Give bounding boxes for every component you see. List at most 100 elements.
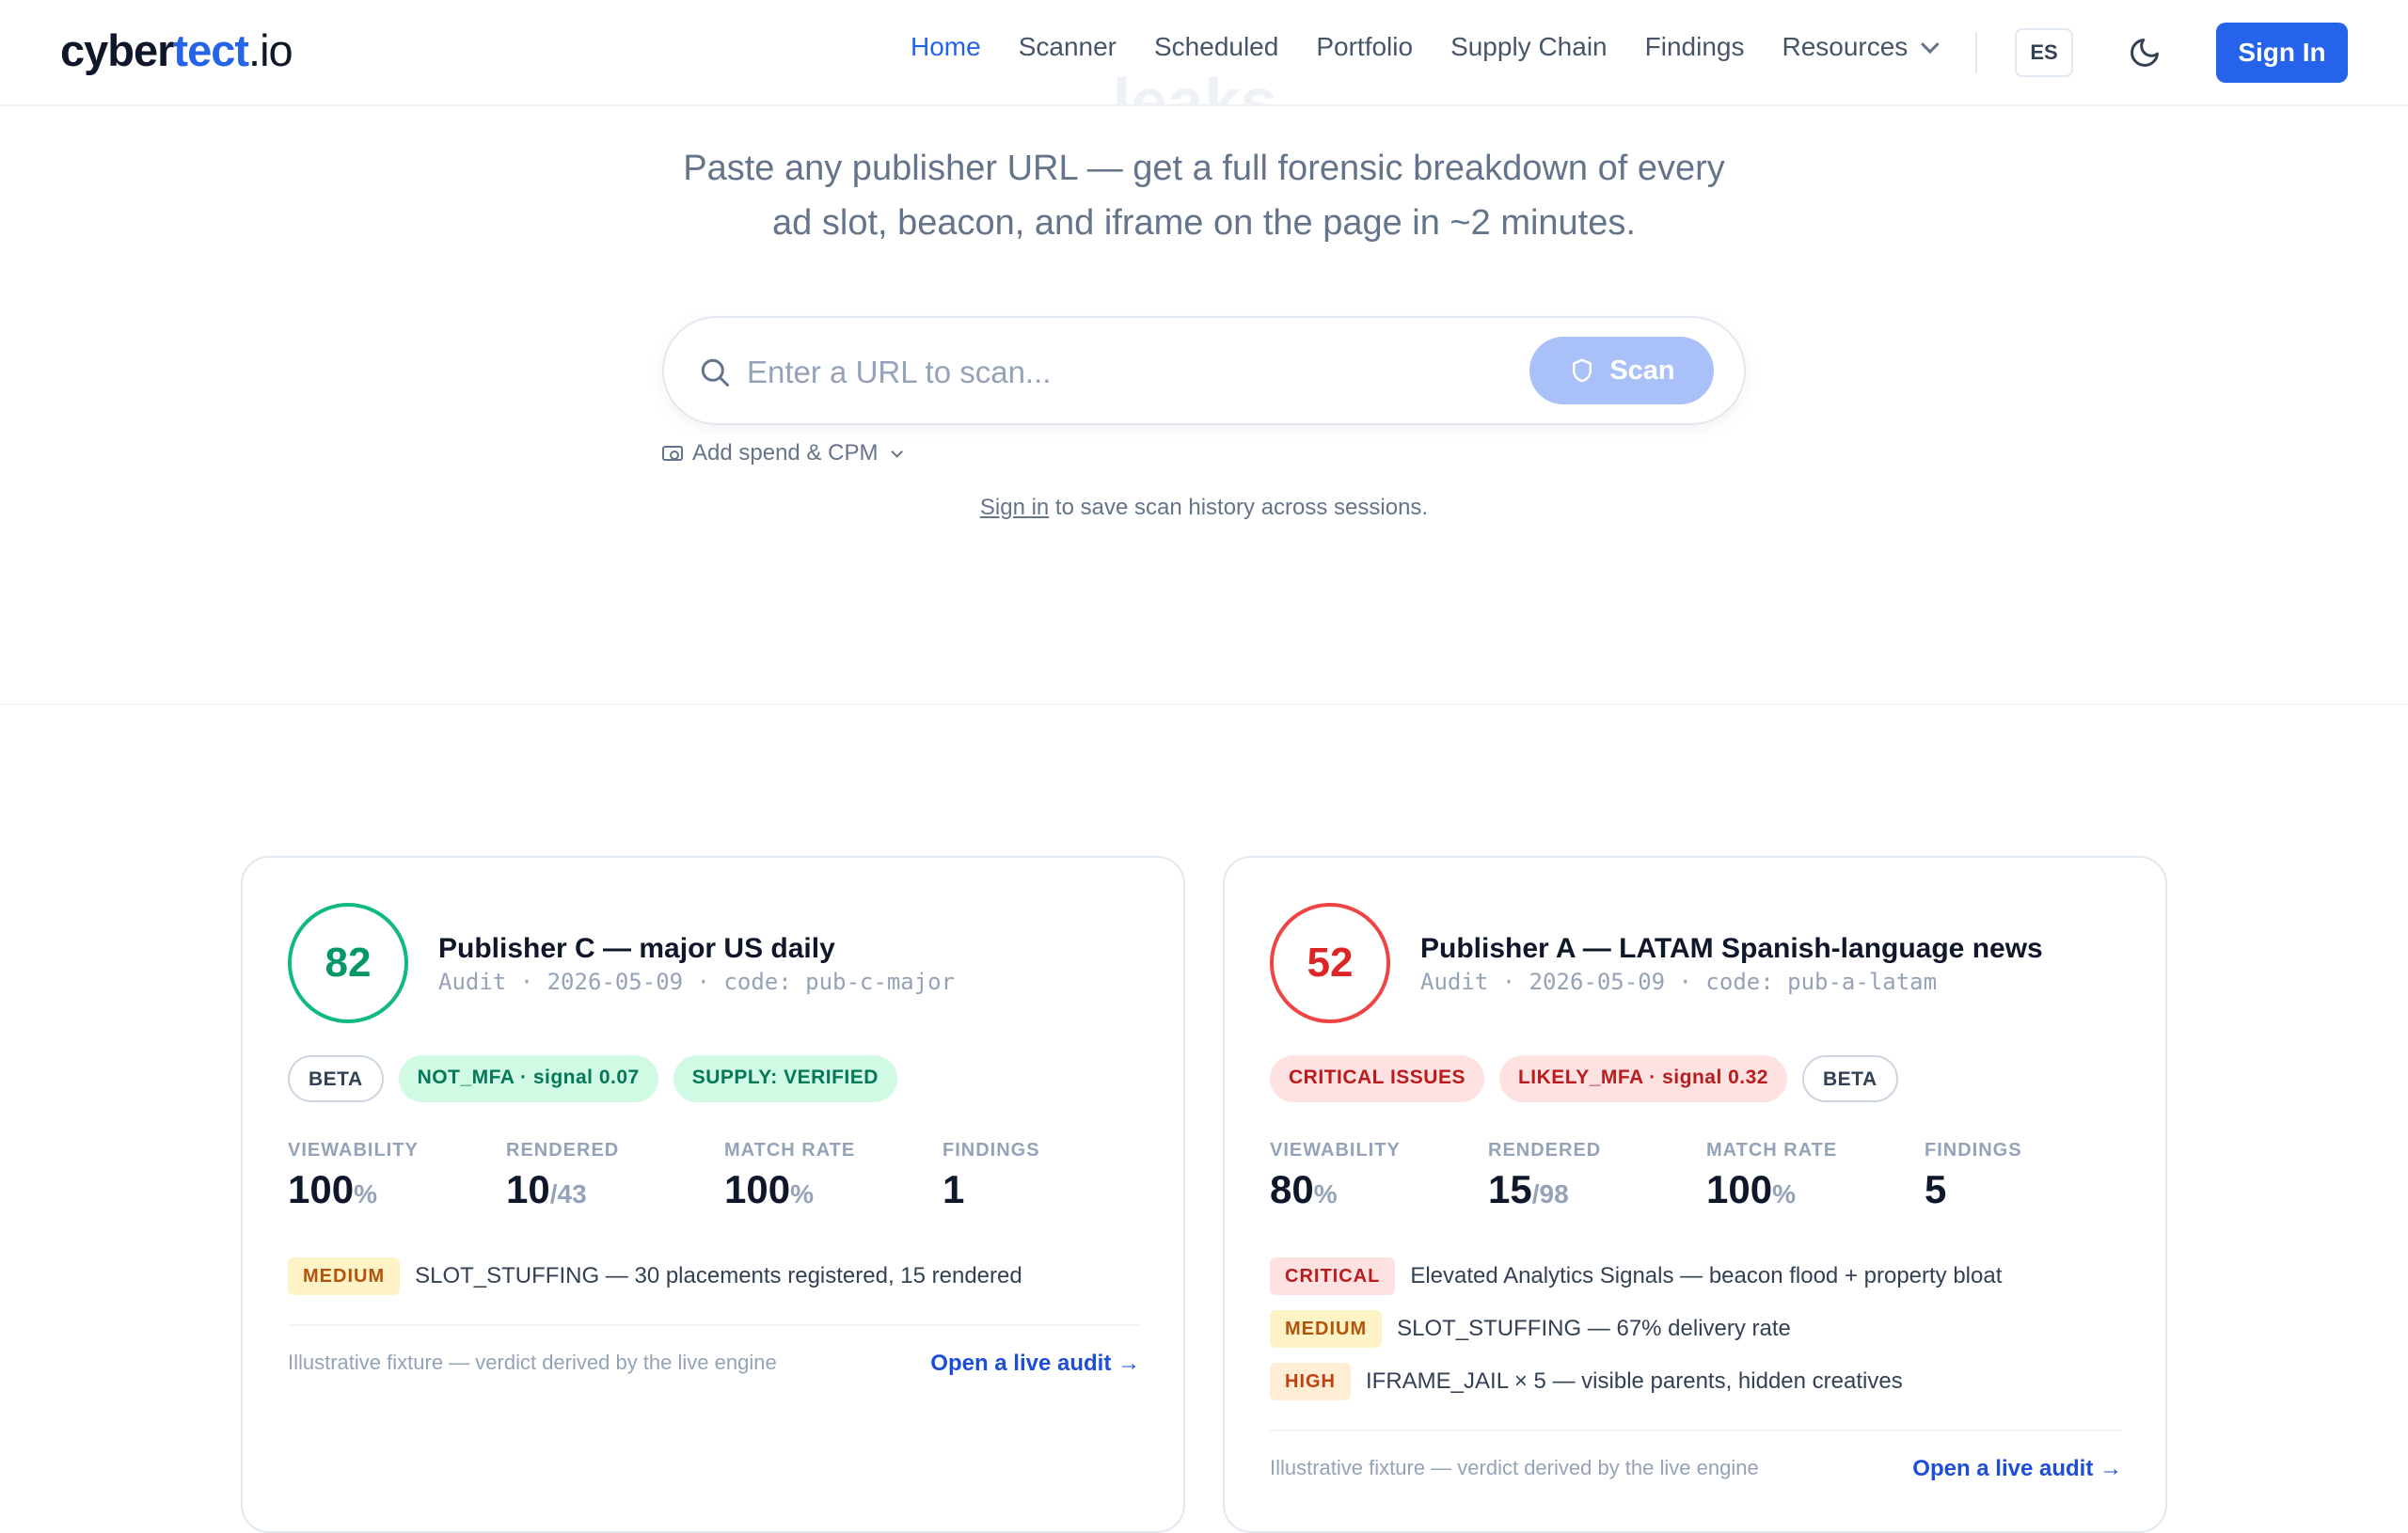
finding-text: Elevated Analytics Signals — beacon floo… <box>1410 1263 2003 1288</box>
badge-row: BETA NOT_MFA · signal 0.07 SUPPLY: VERIF… <box>288 1055 897 1102</box>
stat-number: 100 <box>1706 1167 1773 1211</box>
stat-rendered: RENDERED 15/98 <box>1488 1140 1706 1212</box>
card-meta: Audit · 2026-05-09 · code: pub-c-major <box>438 969 956 995</box>
brand-logo[interactable]: cybertect.io <box>60 24 293 76</box>
fixture-note: Illustrative fixture — verdict derived b… <box>288 1351 777 1374</box>
nav-link-resources-label: Resources <box>1782 32 1909 61</box>
stat-value: 5 <box>1925 1167 2143 1212</box>
mfa-badge: LIKELY_MFA · signal 0.32 <box>1498 1055 1787 1102</box>
nav-link-portfolio[interactable]: Portfolio <box>1316 32 1413 62</box>
stat-value: 1 <box>943 1167 1161 1212</box>
stat-viewability: VIEWABILITY 80% <box>1270 1140 1488 1212</box>
card-meta: Audit · 2026-05-09 · code: pub-a-latam <box>1420 969 1938 995</box>
stat-label: FINDINGS <box>943 1140 1040 1161</box>
stat-match-rate: MATCH RATE 100% <box>1706 1140 1925 1212</box>
stat-match-rate: MATCH RATE 100% <box>724 1140 943 1212</box>
stat-label: MATCH RATE <box>1706 1140 1838 1161</box>
logo-text-tect: tect <box>173 25 249 75</box>
save-history-text: to save scan history across sessions. <box>1049 495 1429 520</box>
findings-list: MEDIUM SLOT_STUFFING — 30 placements reg… <box>288 1256 1022 1309</box>
score-ring: 82 <box>288 903 408 1023</box>
chevron-down-icon <box>1921 35 1941 55</box>
url-search-bar: Scan <box>662 316 1746 425</box>
stat-number: 100 <box>288 1167 355 1211</box>
beta-badge: BETA <box>1802 1055 1898 1102</box>
beta-badge: BETA <box>288 1055 384 1102</box>
nav-link-resources[interactable]: Resources <box>1782 32 1941 62</box>
stat-findings: FINDINGS 1 <box>943 1140 1161 1212</box>
scan-button[interactable]: Scan <box>1529 337 1714 404</box>
stat-unit: /98 <box>1531 1179 1569 1209</box>
stat-unit: /43 <box>549 1179 587 1209</box>
stat-label: MATCH RATE <box>724 1140 856 1161</box>
finding-item: CRITICAL Elevated Analytics Signals — be… <box>1270 1256 2002 1296</box>
finding-text: SLOT_STUFFING — 30 placements registered… <box>415 1263 1022 1288</box>
stat-unit: % <box>354 1179 377 1209</box>
chevron-down-icon <box>891 445 904 458</box>
ticket-icon <box>662 446 683 461</box>
nav-link-scheduled[interactable]: Scheduled <box>1154 32 1278 62</box>
mfa-badge: NOT_MFA · signal 0.07 <box>398 1055 658 1102</box>
stat-value: 100% <box>1706 1167 1925 1212</box>
stat-unit: % <box>1772 1179 1796 1209</box>
add-spend-label: Add spend & CPM <box>692 440 879 466</box>
stat-number: 100 <box>724 1167 791 1211</box>
stat-label: FINDINGS <box>1925 1140 2022 1161</box>
sign-in-link[interactable]: Sign in <box>980 495 1049 520</box>
add-spend-toggle[interactable]: Add spend & CPM <box>662 440 904 466</box>
hero-subtitle-line-1: Paste any publisher URL — get a full for… <box>683 149 1725 188</box>
nav-link-scanner[interactable]: Scanner <box>1019 32 1117 62</box>
stat-number: 5 <box>1925 1167 1947 1211</box>
logo-text-io: .io <box>248 25 293 75</box>
supply-badge: SUPPLY: VERIFIED <box>673 1055 897 1102</box>
severity-badge: MEDIUM <box>1270 1310 1383 1348</box>
logo-text-cyber: cyber <box>60 25 174 75</box>
language-toggle-button[interactable]: ES <box>2015 28 2073 77</box>
search-icon <box>701 358 729 387</box>
severity-badge: CRITICAL <box>1270 1257 1396 1295</box>
finding-item: MEDIUM SLOT_STUFFING — 67% delivery rate <box>1270 1309 2002 1349</box>
critical-issues-badge: CRITICAL ISSUES <box>1270 1055 1484 1102</box>
fixture-note: Illustrative fixture — verdict derived b… <box>1270 1456 1759 1479</box>
stats-row: VIEWABILITY 100% RENDERED 10/43 MATCH RA… <box>288 1140 1161 1212</box>
score-ring: 52 <box>1270 903 1390 1023</box>
finding-item: HIGH IFRAME_JAIL × 5 — visible parents, … <box>1270 1362 2002 1401</box>
open-live-audit-link[interactable]: Open a live audit → <box>1912 1456 2122 1482</box>
stat-unit: % <box>1313 1179 1338 1209</box>
shield-icon <box>1573 358 1592 383</box>
stat-label: RENDERED <box>1488 1140 1602 1161</box>
stat-number: 15 <box>1488 1167 1532 1211</box>
section-divider <box>0 703 2408 705</box>
finding-text: IFRAME_JAIL × 5 — visible parents, hidde… <box>1366 1368 1903 1394</box>
moon-icon[interactable] <box>2128 36 2162 70</box>
stat-value: 100% <box>288 1167 506 1212</box>
stat-viewability: VIEWABILITY 100% <box>288 1140 506 1212</box>
nav-link-home[interactable]: Home <box>911 32 981 62</box>
hero-subtitle-line-2: ad slot, beacon, and iframe on the page … <box>772 203 1636 243</box>
badge-row: CRITICAL ISSUES LIKELY_MFA · signal 0.32… <box>1270 1055 1898 1102</box>
stat-value: 15/98 <box>1488 1167 1706 1212</box>
nav-link-supply-chain[interactable]: Supply Chain <box>1450 32 1608 62</box>
card-footer: Illustrative fixture — verdict derived b… <box>288 1324 1140 1377</box>
stat-label: VIEWABILITY <box>288 1140 419 1161</box>
nav-divider <box>1975 32 1977 73</box>
nav-links: Home Scanner Scheduled Portfolio Supply … <box>911 32 1972 62</box>
stat-number: 1 <box>943 1167 965 1211</box>
sign-in-button[interactable]: Sign In <box>2216 23 2348 83</box>
nav-link-findings[interactable]: Findings <box>1645 32 1745 62</box>
stat-number: 10 <box>506 1167 550 1211</box>
severity-badge: HIGH <box>1270 1363 1351 1400</box>
stat-unit: % <box>790 1179 814 1209</box>
stat-label: RENDERED <box>506 1140 620 1161</box>
hero-subtitle: Paste any publisher URL — get a full for… <box>640 141 1768 250</box>
finding-text: SLOT_STUFFING — 67% delivery rate <box>1397 1316 1791 1341</box>
findings-list: CRITICAL Elevated Analytics Signals — be… <box>1270 1256 2002 1414</box>
audit-card-publisher-a: 52 Publisher A — LATAM Spanish-language … <box>1223 856 2167 1533</box>
url-search-input[interactable] <box>747 346 1462 399</box>
finding-item: MEDIUM SLOT_STUFFING — 30 placements reg… <box>288 1256 1022 1296</box>
audit-card-publisher-c: 82 Publisher C — major US daily Audit · … <box>241 856 1185 1533</box>
hero-heading-tail: leaks. <box>1112 65 1296 106</box>
open-live-audit-link[interactable]: Open a live audit → <box>930 1351 1140 1377</box>
stat-value: 80% <box>1270 1167 1488 1212</box>
scan-button-label: Scan <box>1609 355 1675 386</box>
